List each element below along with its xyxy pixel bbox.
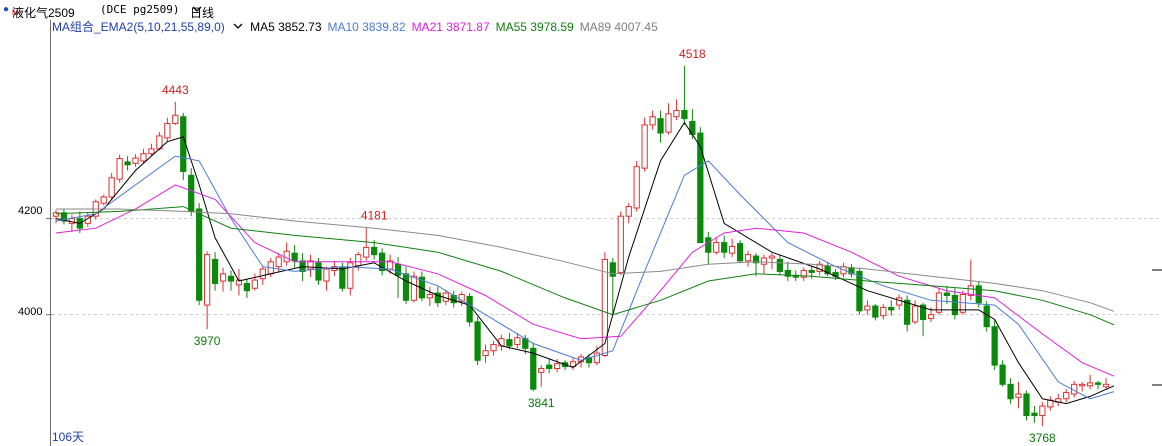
candle-up	[601, 258, 608, 357]
low-price-label: 3970	[194, 334, 221, 348]
candle-up	[641, 124, 648, 169]
candle-down	[394, 263, 402, 276]
candle-up	[1015, 393, 1022, 398]
candle-down	[402, 273, 410, 301]
candle-down	[951, 294, 959, 316]
candle-up	[116, 158, 123, 180]
candle-down	[705, 237, 712, 253]
candle-up	[100, 196, 107, 204]
candle-down	[211, 258, 219, 284]
candle-down	[227, 275, 235, 282]
candle-up	[1102, 383, 1110, 388]
candle-up	[744, 254, 752, 262]
candle-down	[315, 262, 322, 281]
candle-down	[474, 321, 481, 361]
candle-down	[371, 246, 378, 256]
candle-up	[633, 166, 640, 209]
high-price-label: 4181	[361, 209, 388, 223]
candle-up	[148, 148, 155, 155]
candle-down	[975, 285, 982, 304]
candle-down	[339, 267, 346, 289]
candle-up	[490, 343, 497, 352]
candle-up	[1063, 392, 1070, 400]
candle-up	[140, 153, 147, 162]
candle-up	[219, 273, 227, 282]
candle-up	[617, 215, 624, 273]
candle-down	[776, 258, 783, 272]
candle-up	[896, 297, 903, 306]
candle-up	[554, 363, 561, 369]
candle-down	[1023, 393, 1030, 417]
candle-up	[108, 177, 115, 198]
candle-up	[935, 292, 943, 313]
candle-up	[673, 109, 680, 118]
low-price-label: 3768	[1029, 431, 1056, 445]
candle-down	[124, 161, 131, 166]
candlestick-chart[interactable]: 4443 3970 4181 3841 4518 3768	[0, 0, 1162, 446]
visible-days-label: 106天	[52, 430, 85, 444]
candle-down	[943, 292, 951, 296]
candle-down	[291, 252, 298, 262]
candle-down	[180, 116, 187, 172]
candle-up	[1086, 382, 1094, 387]
candle-up	[482, 350, 489, 357]
candle-up	[498, 338, 505, 347]
candle-up	[275, 256, 282, 268]
candle-up	[323, 268, 330, 282]
candle-up	[927, 314, 935, 320]
candle-down	[991, 326, 998, 366]
candle-down	[466, 295, 473, 323]
candle-up	[355, 254, 362, 267]
candle-up	[1079, 383, 1086, 387]
candle-down	[530, 347, 537, 390]
high-price-label: 4443	[162, 83, 189, 97]
candle-down	[697, 132, 704, 244]
candle-up	[514, 337, 521, 345]
candle-up	[713, 242, 720, 253]
candle-up	[164, 122, 171, 139]
candle-down	[657, 118, 664, 134]
candle-up	[1039, 405, 1046, 417]
candle-down	[721, 242, 728, 253]
candle-up	[251, 279, 258, 289]
candle-up	[426, 293, 433, 299]
candle-down	[888, 306, 895, 311]
candle-up	[911, 305, 919, 323]
candle-up	[538, 367, 545, 373]
candle-up	[880, 306, 887, 317]
candle-up	[132, 157, 139, 164]
candle-up	[259, 268, 266, 280]
candle-down	[808, 269, 815, 273]
candle-up	[768, 255, 776, 259]
candle-down	[999, 364, 1006, 385]
candle-down	[243, 282, 251, 292]
high-price-label: 4518	[679, 47, 706, 61]
candle-down	[736, 243, 744, 262]
candle-down	[546, 364, 553, 369]
candle-down	[872, 305, 879, 318]
candle-up	[203, 254, 211, 306]
candle-down	[506, 339, 513, 347]
candle-up	[760, 257, 768, 265]
candle-down	[188, 174, 195, 212]
candle-down	[904, 299, 911, 325]
candle-up	[864, 305, 871, 311]
candle-down	[681, 109, 688, 120]
low-price-label: 3841	[528, 396, 555, 410]
candle-up	[363, 246, 370, 258]
candle-down	[196, 208, 203, 301]
candle-up	[729, 245, 736, 254]
candle-down	[1031, 412, 1038, 417]
candle-up	[649, 116, 656, 126]
candle-down	[1094, 382, 1102, 385]
candle-up	[665, 113, 672, 133]
candle-up	[625, 206, 632, 217]
candle-down	[1007, 383, 1014, 400]
candle-up	[410, 275, 418, 301]
candle-up	[172, 114, 179, 124]
